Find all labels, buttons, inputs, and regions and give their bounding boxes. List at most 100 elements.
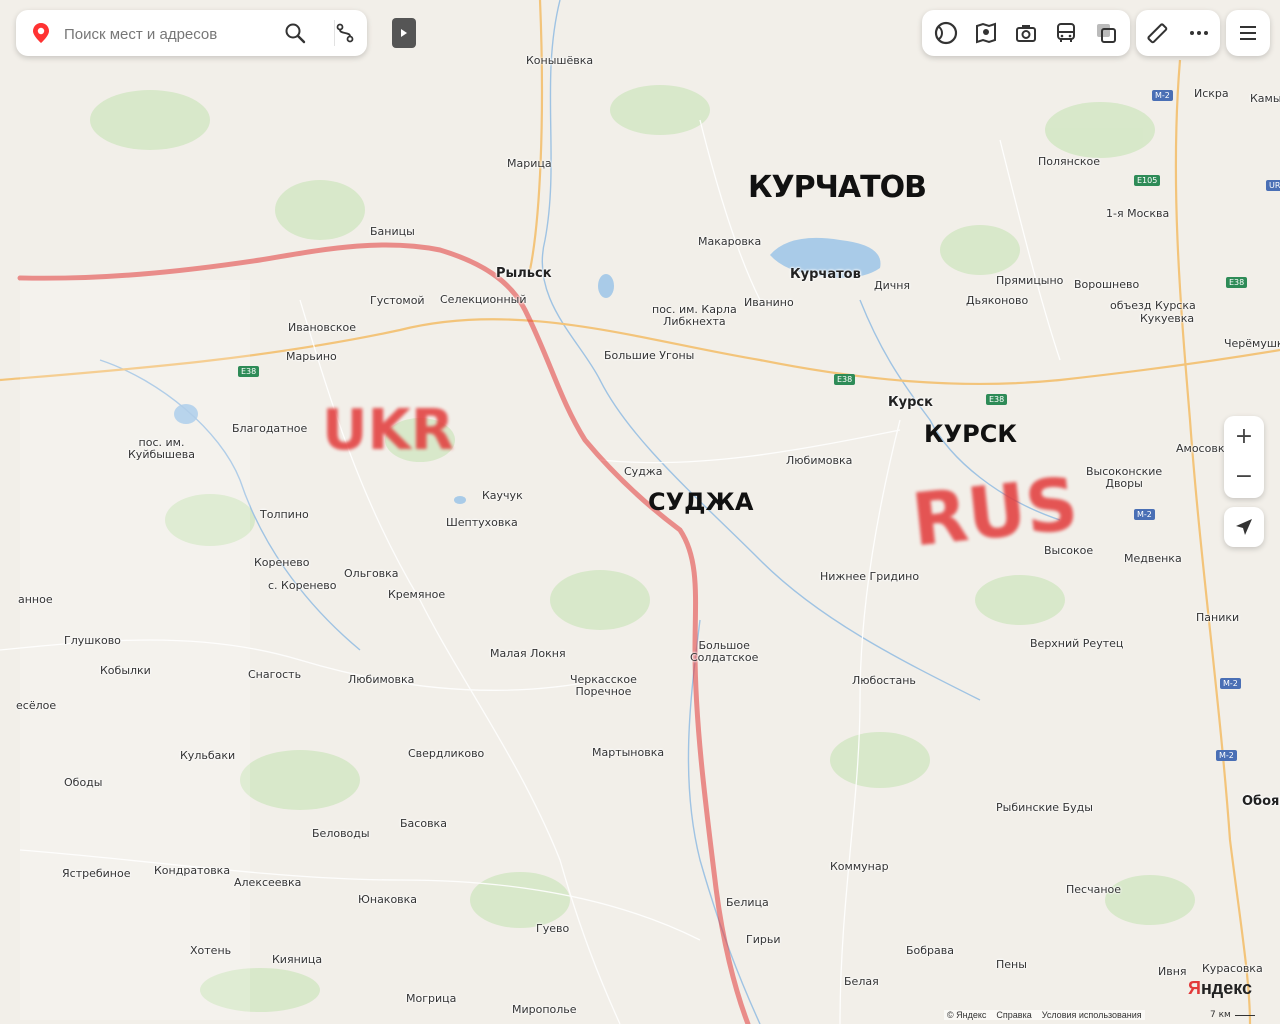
place-label-sheptuhovka[interactable]: Шептуховка	[446, 517, 518, 529]
panorama-button[interactable]	[971, 18, 1001, 48]
place-label-hoten[interactable]: Хотень	[190, 945, 231, 957]
place-label-banicy[interactable]: Баницы	[370, 226, 415, 238]
place-label-snagost[interactable]: Снагость	[248, 669, 301, 681]
place-label-konyshevka[interactable]: Конышёвка	[526, 55, 593, 67]
place-label-bolsoldat[interactable]: Большое Солдатское	[690, 640, 758, 664]
place-label-malaylokna[interactable]: Малая Локня	[490, 648, 566, 660]
layers-button[interactable]	[931, 18, 961, 48]
place-label-giryi[interactable]: Гирьи	[746, 934, 780, 946]
place-label-sudzha[interactable]: Суджа	[624, 466, 662, 478]
place-label-kondratovka[interactable]: Кондратовка	[154, 865, 230, 877]
search-input[interactable]	[62, 21, 276, 47]
place-label-miropolye[interactable]: Мирополье	[512, 1004, 577, 1016]
place-label-kurchatov[interactable]: Курчатов	[790, 268, 861, 281]
place-label-ivanovskoe[interactable]: Ивановское	[288, 322, 356, 334]
place-label-alekseevka[interactable]: Алексеевка	[234, 877, 301, 889]
place-label-moskva1[interactable]: 1-я Москва	[1106, 208, 1169, 220]
menu-button[interactable]	[1226, 10, 1270, 56]
place-label-cherkasskoe[interactable]: Черкасское Поречное	[570, 674, 637, 698]
yandex-logo[interactable]: Яндекс	[1188, 978, 1252, 999]
place-label-belica[interactable]: Белица	[726, 897, 769, 909]
place-label-yastrebinoe[interactable]: Ястребиное	[62, 868, 130, 880]
zoom-in-button[interactable]: +	[1224, 416, 1264, 456]
place-label-glushkovo[interactable]: Глушково	[64, 635, 121, 647]
more-button[interactable]	[1184, 18, 1214, 48]
map-type-button[interactable]	[1091, 18, 1121, 48]
place-label-marica[interactable]: Марица	[507, 158, 552, 170]
place-label-vysokonskie[interactable]: Высоконские Дворы	[1086, 466, 1162, 490]
place-label-belovody[interactable]: Беловоды	[312, 828, 370, 840]
photo-button[interactable]	[1011, 18, 1041, 48]
place-label-selekcionny[interactable]: Селекционный	[440, 294, 526, 306]
place-label-paniki[interactable]: Паники	[1196, 612, 1239, 624]
ruler-button[interactable]	[1142, 18, 1172, 48]
route-button[interactable]	[332, 20, 358, 46]
place-label-nizhgridino[interactable]: Нижнее Гридино	[820, 571, 919, 583]
place-label-mogrica[interactable]: Могрица	[406, 993, 456, 1005]
place-label-bolugony[interactable]: Большие Угоны	[604, 350, 694, 362]
place-label-kurasovka[interactable]: Курасовка	[1202, 963, 1263, 975]
place-label-martynovka[interactable]: Мартыновка	[592, 747, 664, 759]
place-label-pryamicyno[interactable]: Прямицыно	[996, 275, 1063, 287]
place-label-makarovka[interactable]: Макаровка	[698, 236, 761, 248]
place-label-tolpino[interactable]: Толпино	[260, 509, 309, 521]
side-panel-toggle-button[interactable]	[392, 18, 416, 48]
place-label-kauchuk[interactable]: Каучук	[482, 490, 523, 502]
place-label-maryino[interactable]: Марьино	[286, 351, 337, 363]
my-location-button[interactable]	[1224, 507, 1264, 547]
place-label-kobylki[interactable]: Кобылки	[100, 665, 151, 677]
place-label-kremyanoe[interactable]: Кремяное	[388, 589, 445, 601]
place-label-gustomoy[interactable]: Густомой	[370, 295, 425, 307]
place-label-dyakonovo[interactable]: Дьяконово	[966, 295, 1028, 307]
place-label-polyanskoe[interactable]: Полянское	[1038, 156, 1100, 168]
place-label-obezd[interactable]: объезд Курска	[1110, 300, 1196, 312]
place-label-voroshnevo[interactable]: Ворошнево	[1074, 279, 1139, 291]
zoom-out-button[interactable]: −	[1224, 456, 1264, 496]
place-label-bobrava[interactable]: Бобрава	[906, 945, 954, 957]
copyright-link[interactable]: © Яндекс	[947, 1010, 986, 1020]
place-label-skorenevo[interactable]: с. Коренево	[268, 580, 337, 592]
help-link[interactable]: Справка	[996, 1010, 1031, 1020]
place-label-kukuevka[interactable]: Кукуевка	[1140, 313, 1194, 325]
place-label-blagodatnoe[interactable]: Благодатное	[232, 423, 307, 435]
place-label-rybinskie[interactable]: Рыбинские Буды	[996, 802, 1093, 814]
place-label-sverdlikovo[interactable]: Свердликово	[408, 748, 484, 760]
location-pin-icon	[33, 23, 49, 43]
place-label-belaya[interactable]: Белая	[844, 976, 879, 988]
place-label-karla[interactable]: пос. им. Карла Либкнехта	[652, 304, 737, 328]
place-label-peschanoe[interactable]: Песчаное	[1066, 884, 1121, 896]
place-label-rylsk[interactable]: Рыльск	[496, 267, 552, 280]
place-label-kiyanica[interactable]: Кияница	[272, 954, 322, 966]
place-label-lyubimovka2[interactable]: Любимовка	[348, 674, 414, 686]
place-label-kulbaki[interactable]: Кульбаки	[180, 750, 235, 762]
place-label-vesyoloe[interactable]: есёлое	[16, 700, 56, 712]
transit-button[interactable]	[1051, 18, 1081, 48]
place-label-kursk[interactable]: Курск	[888, 396, 933, 409]
place-label-iskra[interactable]: Искра	[1194, 88, 1229, 100]
place-label-cheremush[interactable]: Черёмушк	[1224, 338, 1280, 350]
place-label-annoe[interactable]: анное	[18, 594, 53, 606]
place-label-obody[interactable]: Ободы	[64, 777, 102, 789]
search-button[interactable]	[282, 20, 308, 46]
place-label-kamy[interactable]: Камы	[1250, 93, 1280, 105]
place-label-olgovka[interactable]: Ольговка	[344, 568, 399, 580]
place-label-dichnya[interactable]: Дичня	[874, 280, 910, 292]
place-label-kuybysheva[interactable]: пос. им. Куйбышева	[128, 437, 195, 461]
place-label-medvenka[interactable]: Медвенка	[1124, 553, 1182, 565]
terms-link[interactable]: Условия использования	[1042, 1010, 1142, 1020]
layers-icon	[934, 21, 958, 45]
place-label-kommunar[interactable]: Коммунар	[830, 861, 889, 873]
place-label-basovka[interactable]: Басовка	[400, 818, 447, 830]
place-label-lyubimovka1[interactable]: Любимовка	[786, 455, 852, 467]
place-label-oboyan[interactable]: Обоян	[1242, 795, 1280, 808]
place-label-korenevo[interactable]: Коренево	[254, 557, 309, 569]
place-label-lyubostan[interactable]: Любостань	[852, 675, 916, 687]
place-label-peny[interactable]: Пены	[996, 959, 1027, 971]
place-label-ivnya[interactable]: Ивня	[1158, 966, 1187, 978]
panorama-icon	[976, 22, 996, 44]
place-label-yunakovka[interactable]: Юнаковка	[358, 894, 417, 906]
place-label-amosovka[interactable]: Амосовка	[1176, 443, 1231, 455]
place-label-guevo[interactable]: Гуево	[536, 923, 569, 935]
place-label-verhreutec[interactable]: Верхний Реутец	[1030, 638, 1123, 650]
place-label-ivanino[interactable]: Иванино	[744, 297, 794, 309]
